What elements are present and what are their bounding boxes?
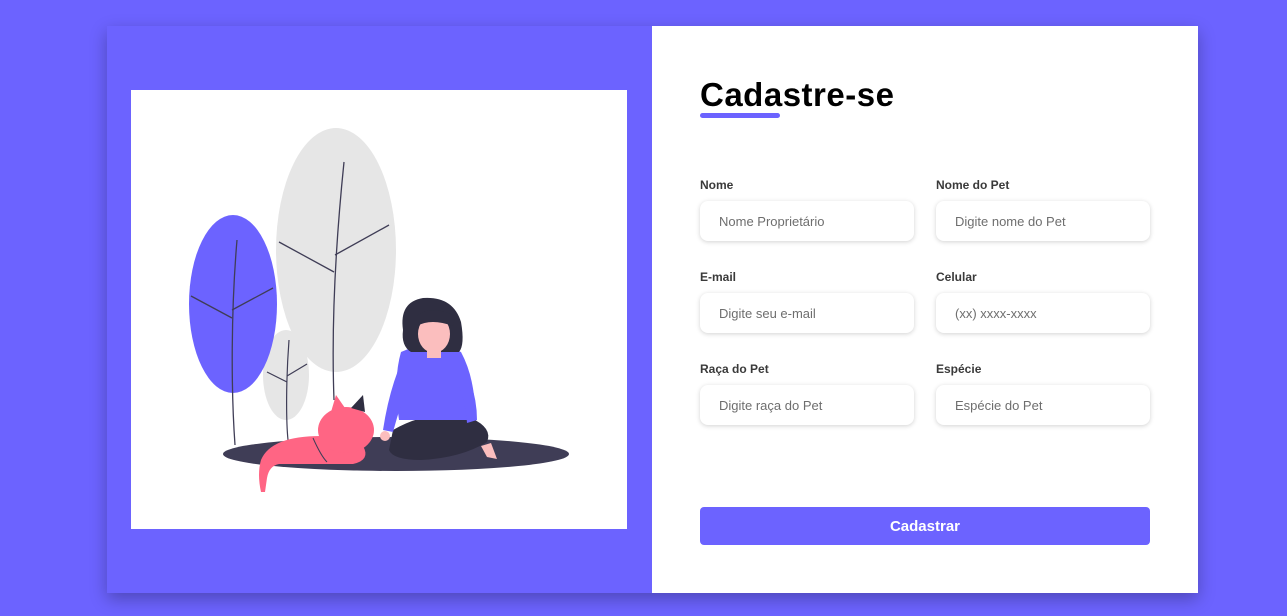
nome-input[interactable] (700, 201, 914, 241)
pet-breed-input[interactable] (700, 385, 914, 425)
page-title: Cadastre-se (700, 76, 895, 113)
field-celular: Celular (936, 270, 1150, 333)
field-nome-do-pet: Nome do Pet (936, 178, 1150, 241)
phone-input[interactable] (936, 293, 1150, 333)
signup-form-panel: Cadastre-se Nome Nome do Pet E-mail Celu… (652, 26, 1198, 593)
field-nome: Nome (700, 178, 914, 241)
field-especie: Espécie (936, 362, 1150, 425)
title-underline (700, 113, 780, 118)
field-raca-do-pet: Raça do Pet (700, 362, 914, 425)
email-input[interactable] (700, 293, 914, 333)
signup-card: Cadastre-se Nome Nome do Pet E-mail Celu… (107, 26, 1198, 593)
illustration-panel (107, 26, 652, 593)
pet-name-input[interactable] (936, 201, 1150, 241)
field-email: E-mail (700, 270, 914, 333)
field-label: Celular (936, 270, 977, 284)
woman-with-cat-illustration (131, 90, 627, 529)
field-label: Nome do Pet (936, 178, 1010, 192)
species-input[interactable] (936, 385, 1150, 425)
field-label: Espécie (936, 362, 982, 376)
field-label: Nome (700, 178, 734, 192)
submit-button[interactable]: Cadastrar (700, 507, 1150, 545)
field-label: Raça do Pet (700, 362, 769, 376)
field-label: E-mail (700, 270, 737, 284)
woman-with-cat-illustration-art (189, 128, 569, 492)
